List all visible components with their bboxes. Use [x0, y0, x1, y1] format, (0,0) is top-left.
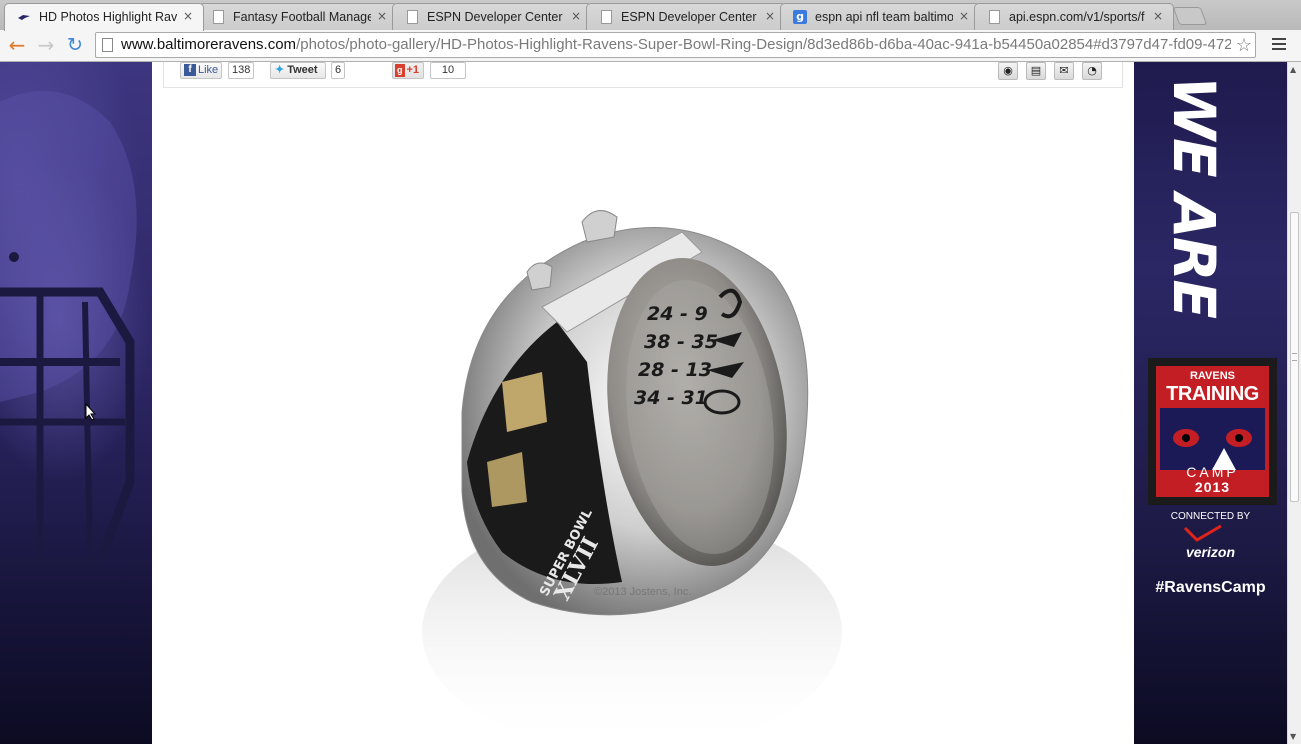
forward-button[interactable]: →: [35, 34, 57, 56]
main-content: f Like 138 ✦ Tweet 6 g +1 10 ◉ ▤ ✉ ◔ 24 …: [152, 62, 1134, 744]
google-plus-label: +1: [406, 64, 420, 76]
connected-by-text: CONNECTED BY: [1170, 511, 1251, 522]
super-bowl-ring-photo[interactable]: 24 - 9 38 - 35 28 - 13 34 - 31 SUPER BOW…: [382, 162, 862, 742]
verizon-logo: verizon: [1185, 544, 1235, 560]
tab-title: ESPN Developer Center |: [621, 10, 759, 24]
tab-espn-dev-2[interactable]: ESPN Developer Center | ×: [586, 3, 786, 30]
tab-title: HD Photos Highlight Rave: [39, 10, 177, 24]
view-icon[interactable]: ◉: [998, 62, 1018, 80]
training-camp-badge[interactable]: RAVENS TRAINING CAMP 2013: [1148, 358, 1277, 505]
badge-ravens-text: RAVENS: [1189, 370, 1236, 382]
reload-button[interactable]: ↻: [64, 34, 86, 56]
close-tab-icon[interactable]: ×: [1153, 9, 1163, 23]
scroll-up-arrow-icon[interactable]: ▲: [1290, 65, 1296, 74]
new-tab-button[interactable]: [1172, 7, 1208, 25]
bookmark-star-icon[interactable]: ☆: [1236, 33, 1252, 57]
vertical-scrollbar[interactable]: ▲ ▼: [1287, 62, 1301, 744]
score-text: 24 - 9: [647, 303, 708, 325]
badge-inner: RAVENS TRAINING CAMP 2013: [1156, 366, 1269, 497]
tab-espn-dev-1[interactable]: ESPN Developer Center - ×: [392, 3, 592, 30]
tweet-count: 6: [331, 62, 346, 79]
verizon-check-icon: [1183, 524, 1222, 542]
facebook-like-label: Like: [198, 64, 219, 76]
document-icon: [213, 10, 224, 24]
scroll-grip: [1292, 353, 1297, 361]
close-tab-icon[interactable]: ×: [377, 9, 387, 23]
address-bar[interactable]: www.baltimoreravens.com/photos/photo-gal…: [95, 32, 1256, 58]
close-tab-icon[interactable]: ×: [765, 9, 775, 23]
rss-icon[interactable]: ◔: [1082, 62, 1102, 80]
facebook-icon: f: [184, 64, 196, 76]
tab-google-search[interactable]: g espn api nfl team baltimo ×: [780, 3, 980, 30]
score-text: 34 - 31: [634, 387, 708, 409]
twitter-bird-icon: ✦: [275, 64, 285, 76]
menu-icon[interactable]: [1269, 35, 1289, 55]
close-tab-icon[interactable]: ×: [959, 9, 969, 23]
badge-training-text: TRAINING: [1166, 383, 1259, 405]
tweet-label: Tweet: [287, 64, 318, 76]
print-icon[interactable]: ▤: [1026, 62, 1046, 80]
mouse-cursor-icon: [85, 403, 97, 421]
browser-toolbar: ← → ↻ www.baltimoreravens.com/photos/pho…: [0, 30, 1301, 62]
document-icon: [989, 10, 1000, 24]
google-plus-button[interactable]: g +1: [392, 62, 424, 79]
photo-copyright: ©2013 Jostens, Inc.: [594, 586, 692, 598]
ad-headline: WE ARE: [1160, 76, 1228, 317]
back-button[interactable]: ←: [6, 34, 28, 56]
tab-title: api.espn.com/v1/sports/f: [1009, 10, 1145, 24]
google-plus-count: 10: [430, 62, 466, 79]
url-text[interactable]: www.baltimoreravens.com/photos/photo-gal…: [121, 33, 1231, 57]
url-host: www.baltimoreravens.com: [121, 36, 297, 53]
tab-espn-api[interactable]: api.espn.com/v1/sports/f ×: [974, 3, 1174, 30]
document-icon: [407, 10, 418, 24]
email-icon[interactable]: ✉: [1054, 62, 1074, 80]
ravens-camp-hashtag: #RavensCamp: [1155, 579, 1266, 596]
close-tab-icon[interactable]: ×: [571, 9, 581, 23]
tab-ravens-photos[interactable]: HD Photos Highlight Rave ×: [4, 3, 204, 31]
score-text: 38 - 35: [644, 331, 718, 353]
background-left: [0, 62, 152, 744]
share-bar: f Like 138 ✦ Tweet 6 g +1 10 ◉ ▤ ✉ ◔: [163, 62, 1123, 88]
scrollbar-thumb[interactable]: [1290, 212, 1299, 502]
google-plus-icon: g: [395, 64, 405, 77]
page-icon: [102, 38, 113, 52]
raven-eyes-icon: [1160, 408, 1265, 470]
helmet-graphic: [0, 90, 137, 567]
badge-camp-text: CAMP: [1186, 464, 1239, 480]
page-viewport: f Like 138 ✦ Tweet 6 g +1 10 ◉ ▤ ✉ ◔ 24 …: [0, 62, 1301, 744]
close-tab-icon[interactable]: ×: [183, 9, 193, 23]
scroll-down-arrow-icon[interactable]: ▼: [1290, 732, 1296, 741]
tweet-button[interactable]: ✦ Tweet: [270, 62, 326, 79]
tab-strip: HD Photos Highlight Rave × Fantasy Footb…: [0, 0, 1301, 31]
facebook-like-button[interactable]: f Like: [180, 62, 222, 79]
document-icon: [601, 10, 612, 24]
badge-year-text: 2013: [1194, 479, 1231, 495]
tab-title: ESPN Developer Center -: [427, 10, 565, 24]
url-path: /photos/photo-gallery/HD-Photos-Highligh…: [296, 36, 1231, 53]
google-icon: g: [793, 10, 807, 24]
ravens-icon: [18, 15, 30, 20]
tab-fantasy-football[interactable]: Fantasy Football Manager ×: [198, 3, 398, 30]
score-text: 28 - 13: [638, 359, 712, 381]
tab-title: Fantasy Football Manager: [233, 10, 371, 24]
tab-title: espn api nfl team baltimo: [815, 10, 953, 24]
facebook-like-count: 138: [228, 62, 255, 79]
